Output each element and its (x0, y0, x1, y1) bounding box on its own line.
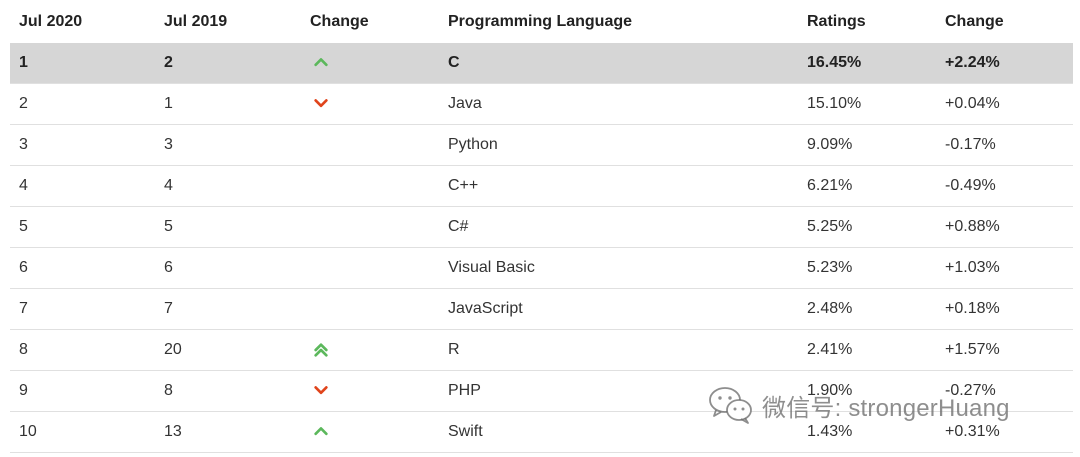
cell-change-rating: -0.27% (936, 370, 1073, 412)
table-row[interactable]: 6 6 Visual Basic 5.23% +1.03% (10, 247, 1073, 289)
ranking-table: Jul 2020 Jul 2019 Change Programming Lan… (10, 0, 1073, 453)
cell-rating: 15.10% (798, 83, 936, 125)
cell-change-rank (301, 370, 439, 412)
cell-language: Swift (439, 411, 798, 453)
cell-jul-2020: 3 (10, 124, 155, 166)
cell-change-rank (301, 83, 439, 125)
table-row[interactable]: 2 1 Java 15.10% +0.04% (10, 83, 1073, 125)
cell-rating: 1.90% (798, 370, 936, 412)
cell-change-rank (301, 411, 439, 453)
col-header-change-rating[interactable]: Change (936, 0, 1073, 43)
col-header-jul-2019[interactable]: Jul 2019 (155, 0, 301, 43)
col-header-ratings[interactable]: Ratings (798, 0, 936, 43)
cell-jul-2019: 13 (155, 411, 301, 453)
cell-rating: 16.45% (798, 43, 936, 84)
table-row[interactable]: 1 2 C 16.45% +2.24% (10, 43, 1073, 84)
cell-change-rank (301, 206, 439, 248)
cell-jul-2019: 8 (155, 370, 301, 412)
cell-jul-2019: 5 (155, 206, 301, 248)
table-row[interactable]: 10 13 Swift 1.43% +0.31% (10, 411, 1073, 453)
col-header-change-rank[interactable]: Change (301, 0, 439, 43)
col-header-language[interactable]: Programming Language (439, 0, 798, 43)
cell-language: C++ (439, 165, 798, 207)
table-row[interactable]: 9 8 PHP 1.90% -0.27% (10, 370, 1073, 412)
cell-jul-2020: 1 (10, 43, 155, 84)
cell-change-rank (301, 247, 439, 289)
cell-language: Visual Basic (439, 247, 798, 289)
cell-change-rating: +0.31% (936, 411, 1073, 453)
double-chevron-up-icon (314, 343, 328, 357)
table-row[interactable]: 7 7 JavaScript 2.48% +0.18% (10, 288, 1073, 330)
table-row[interactable]: 5 5 C# 5.25% +0.88% (10, 206, 1073, 248)
cell-change-rating: +0.18% (936, 288, 1073, 330)
cell-change-rating: +0.04% (936, 83, 1073, 125)
cell-jul-2020: 4 (10, 165, 155, 207)
cell-language: C# (439, 206, 798, 248)
table-row[interactable]: 3 3 Python 9.09% -0.17% (10, 124, 1073, 166)
chevron-up-icon (314, 426, 328, 435)
table-header-row: Jul 2020 Jul 2019 Change Programming Lan… (10, 0, 1073, 43)
cell-language: PHP (439, 370, 798, 412)
cell-jul-2019: 4 (155, 165, 301, 207)
cell-jul-2020: 9 (10, 370, 155, 412)
cell-jul-2020: 6 (10, 247, 155, 289)
cell-jul-2020: 2 (10, 83, 155, 125)
cell-language: C (439, 43, 798, 84)
cell-change-rank (301, 124, 439, 166)
cell-rating: 5.23% (798, 247, 936, 289)
cell-jul-2019: 3 (155, 124, 301, 166)
cell-rating: 2.41% (798, 329, 936, 371)
cell-jul-2020: 8 (10, 329, 155, 371)
cell-jul-2019: 6 (155, 247, 301, 289)
chevron-down-icon (314, 98, 328, 107)
cell-jul-2019: 7 (155, 288, 301, 330)
table-row[interactable]: 8 20 R 2.41% +1.57% (10, 329, 1073, 371)
cell-change-rank (301, 288, 439, 330)
col-header-jul-2020[interactable]: Jul 2020 (10, 0, 155, 43)
cell-rating: 9.09% (798, 124, 936, 166)
chevron-up-icon (314, 57, 328, 66)
cell-rating: 1.43% (798, 411, 936, 453)
cell-rating: 6.21% (798, 165, 936, 207)
table-row[interactable]: 4 4 C++ 6.21% -0.49% (10, 165, 1073, 207)
cell-jul-2020: 10 (10, 411, 155, 453)
cell-change-rank (301, 329, 439, 371)
cell-change-rank (301, 165, 439, 207)
cell-change-rating: +1.57% (936, 329, 1073, 371)
cell-change-rating: -0.49% (936, 165, 1073, 207)
cell-change-rating: +1.03% (936, 247, 1073, 289)
cell-jul-2019: 20 (155, 329, 301, 371)
cell-jul-2019: 2 (155, 43, 301, 84)
cell-language: R (439, 329, 798, 371)
cell-change-rank (301, 43, 439, 84)
cell-language: Java (439, 83, 798, 125)
cell-language: JavaScript (439, 288, 798, 330)
cell-jul-2020: 5 (10, 206, 155, 248)
cell-rating: 5.25% (798, 206, 936, 248)
cell-jul-2020: 7 (10, 288, 155, 330)
cell-language: Python (439, 124, 798, 166)
cell-change-rating: -0.17% (936, 124, 1073, 166)
cell-rating: 2.48% (798, 288, 936, 330)
cell-jul-2019: 1 (155, 83, 301, 125)
cell-change-rating: +0.88% (936, 206, 1073, 248)
chevron-down-icon (314, 385, 328, 394)
cell-change-rating: +2.24% (936, 43, 1073, 84)
